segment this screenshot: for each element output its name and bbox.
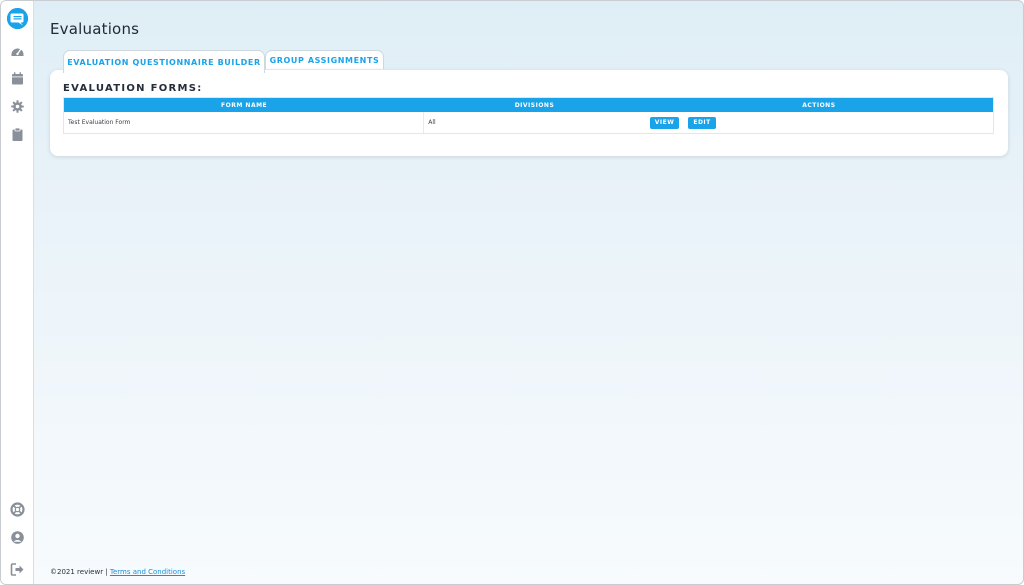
tab-group-assignments[interactable]: GROUP ASSIGNMENTS bbox=[265, 50, 384, 69]
copyright-text: ©2021 reviewr | bbox=[50, 568, 108, 576]
view-button[interactable]: VIEW bbox=[649, 116, 680, 129]
evaluation-forms-table: FORM NAME DIVISIONS ACTIONS Test Evaluat… bbox=[63, 97, 994, 134]
main-content: Evaluations EVALUATION QUESTIONNAIRE BUI… bbox=[34, 1, 1023, 584]
terms-and-conditions-link[interactable]: Terms and Conditions bbox=[110, 568, 185, 576]
dashboard-icon[interactable] bbox=[10, 44, 25, 59]
calendar-icon[interactable] bbox=[10, 71, 25, 86]
footer: ©2021 reviewr | Terms and Conditions bbox=[50, 568, 185, 576]
section-heading: EVALUATION FORMS: bbox=[63, 83, 203, 94]
column-header-actions: ACTIONS bbox=[802, 101, 836, 109]
evaluation-forms-card: EVALUATION FORMS: FORM NAME DIVISIONS AC… bbox=[50, 70, 1008, 156]
settings-icon[interactable] bbox=[10, 99, 25, 114]
user-icon[interactable] bbox=[10, 530, 25, 545]
tab-evaluation-questionnaire-builder[interactable]: EVALUATION QUESTIONNAIRE BUILDER bbox=[63, 50, 265, 73]
logo-icon[interactable] bbox=[7, 8, 28, 29]
divisions-cell: All bbox=[428, 119, 436, 126]
logout-icon[interactable] bbox=[10, 562, 25, 577]
column-header-form-name: FORM NAME bbox=[221, 101, 268, 109]
table-row: Test Evaluation Form All VIEW EDIT bbox=[64, 112, 993, 133]
edit-button[interactable]: EDIT bbox=[688, 116, 716, 129]
column-header-divisions: DIVISIONS bbox=[514, 101, 555, 109]
app-window: Evaluations EVALUATION QUESTIONNAIRE BUI… bbox=[0, 0, 1024, 585]
actions-cell: VIEW EDIT bbox=[645, 112, 993, 133]
table-header: FORM NAME DIVISIONS ACTIONS bbox=[64, 98, 993, 112]
help-icon[interactable] bbox=[10, 502, 25, 517]
clipboard-icon[interactable] bbox=[10, 127, 25, 142]
form-name-cell: Test Evaluation Form bbox=[64, 112, 425, 133]
page-title: Evaluations bbox=[50, 20, 140, 38]
sidebar bbox=[1, 1, 34, 584]
